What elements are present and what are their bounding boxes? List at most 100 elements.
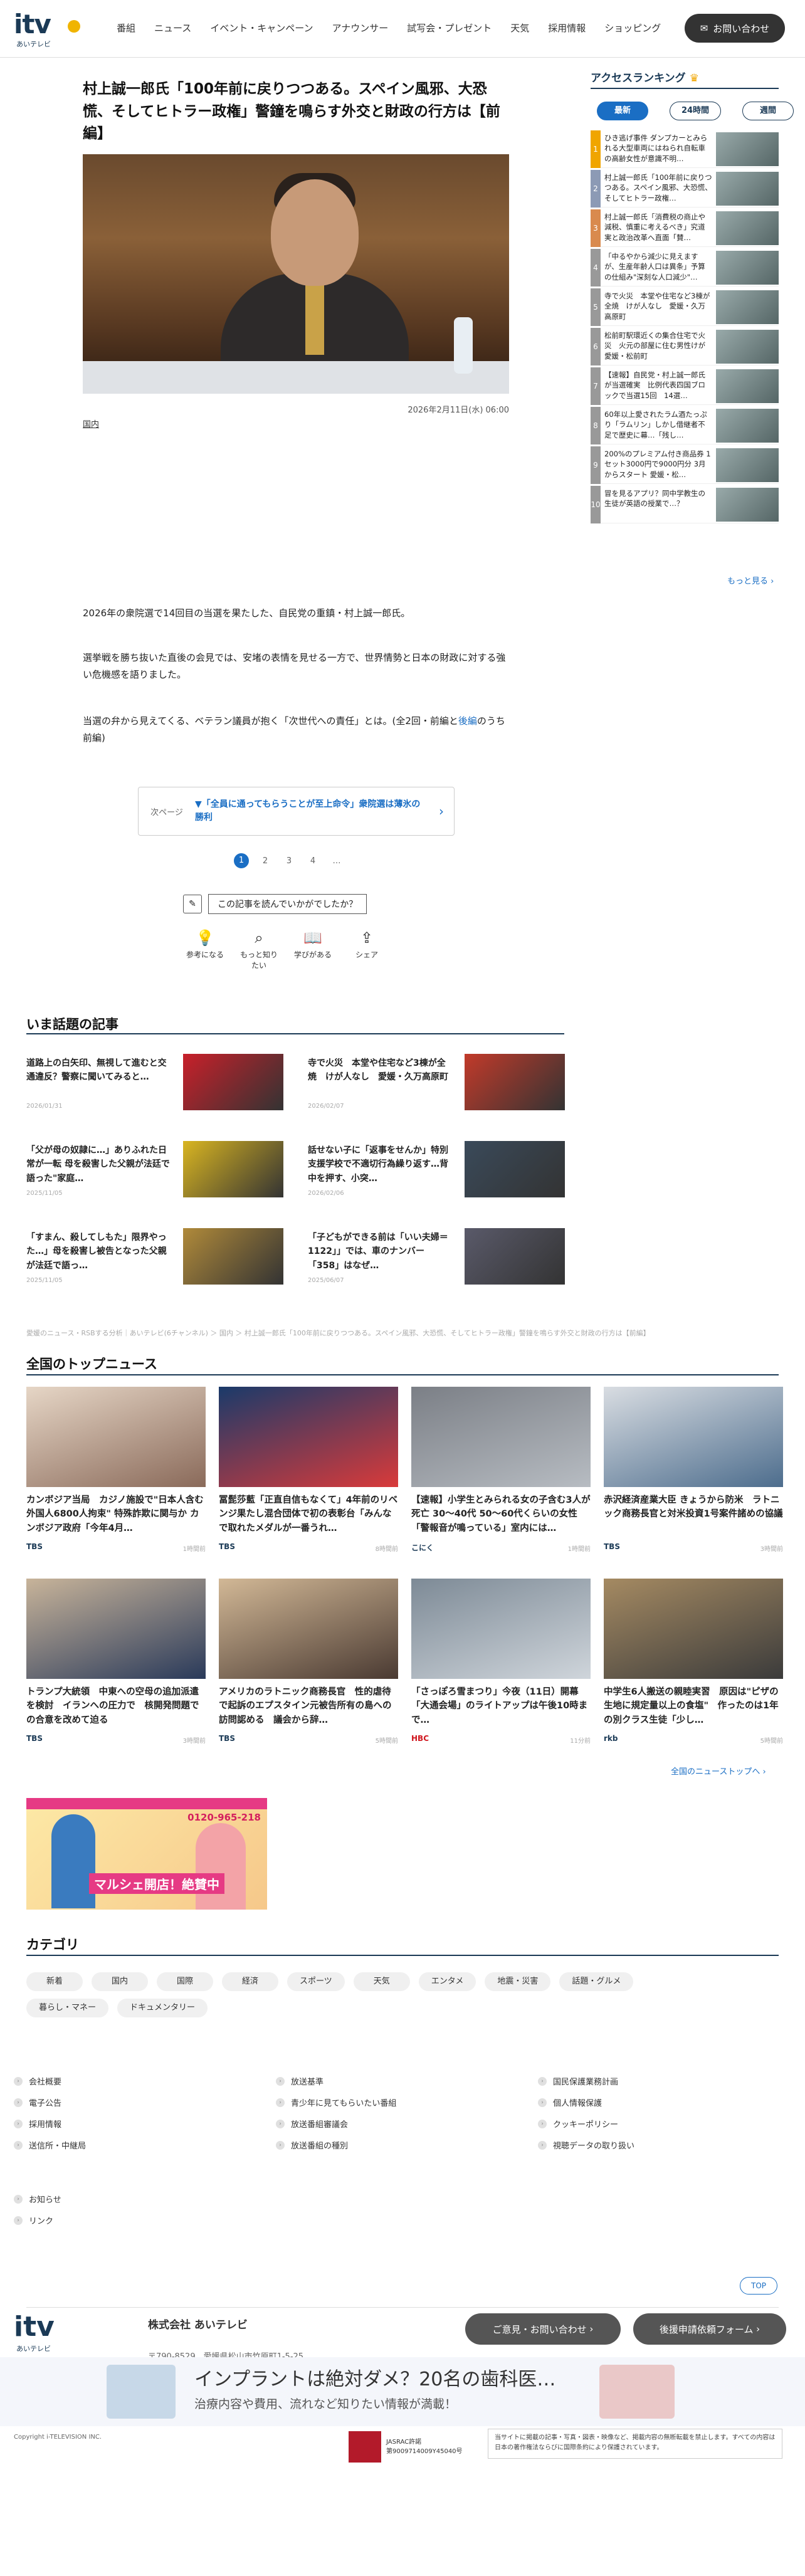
lightbulb-icon: 💡	[196, 929, 214, 947]
category-chip[interactable]: 経済	[222, 1972, 278, 1991]
tab-24h[interactable]: 24時間	[670, 102, 721, 120]
hot-article[interactable]: 寺で火災 本堂や住宅など3棟が全焼 けが人なし 愛媛・久万高原町 2026/02/…	[308, 1054, 565, 1115]
news-title: アメリカのラトニック商務長官 性的虐待で起訴のエプスタイン元被告所有の島への訪問…	[219, 1687, 392, 1725]
nav-weather[interactable]: 天気	[510, 21, 529, 34]
footer-link[interactable]: › 放送基準	[276, 2075, 324, 2087]
ranking-item[interactable]: 10 冒を見るアプリ？同中学教生の生徒が英語の授業で…？	[591, 485, 779, 523]
rank-thumbnail	[716, 329, 779, 364]
hot-article[interactable]: 「すまん、殺してしもた」限界やった…」母を殺害し被告となった父親が法廷で語っ… 2…	[26, 1228, 283, 1290]
contact-button[interactable]: ✉ お問い合わせ	[685, 14, 785, 43]
ranking-item[interactable]: 9 200%のプレミアム付き商品券 1セット3000円で9000円分 3月からスタ…	[591, 446, 779, 484]
sponsorship-form-button[interactable]: 後援申請依頼フォーム ›	[633, 2313, 786, 2345]
next-page-box[interactable]: 次ページ ▼「全員に通ってもらうことが至上命令」衆院選は薄氷の勝利 ›	[138, 787, 455, 836]
category-chip[interactable]: 暮らし・マネー	[26, 1999, 109, 2017]
category-chip[interactable]: 国際	[157, 1972, 213, 1991]
ranking-item[interactable]: 6 松前町駅環近くの集合住宅で火災 火元の部屋に住む男性けが 愛媛・松前町	[591, 327, 779, 365]
nav-presents[interactable]: 試写会・プレゼント	[407, 21, 492, 34]
category-chip[interactable]: スポーツ	[287, 1972, 345, 1991]
feedback-contact-button[interactable]: ご意見・お問い合わせ ›	[465, 2313, 621, 2345]
chevron-right-icon: ›	[538, 2098, 547, 2107]
hot-article-thumbnail	[465, 1141, 565, 1197]
footer-link[interactable]: › 電子公告	[14, 2096, 61, 2108]
feedback-learn-button[interactable]: 📖 学びがある	[293, 929, 333, 970]
news-card[interactable]: 中学生6人搬送の親睦実習 原因は"ピザの生地に規定量以上の食塩" 作ったのは1年…	[604, 1579, 783, 1760]
page-4[interactable]: 4	[305, 856, 320, 866]
ranking-more-link[interactable]: もっと見る ›	[727, 574, 774, 586]
ranking-item[interactable]: 2 村上誠一郎氏「100年前に戻りつつある。スペイン風邪、大恐慌、そしてヒトラー政…	[591, 169, 779, 208]
nav-announcers[interactable]: アナウンサー	[332, 21, 389, 34]
category-list: 新着 国内 国際 経済 スポーツ 天気 エンタメ 地震・災害 話題・グルメ暮らし・マネー ドキュメ…	[26, 1972, 716, 2017]
hot-article[interactable]: 「父が母の奴隷に…」ありふれた日常が一転 母を殺害した父親が法廷で語った"家庭……	[26, 1141, 283, 1202]
page-2[interactable]: 2	[258, 856, 273, 866]
news-card[interactable]: トランプ大統領 中東への空母の追加派遣を検討 イランへの圧力で 核開発問題での合…	[26, 1579, 206, 1760]
category-chip[interactable]: 地震・災害	[485, 1972, 551, 1991]
back-to-top-button[interactable]: TOP	[740, 2277, 777, 2295]
news-title: 赤沢経済産業大臣 きょうから防米 ラトニック商務長官と対米投資1号案件諸めの協議	[604, 1495, 783, 1520]
next-page-title: ▼「全員に通ってもらうことが至上命令」衆院選は薄氷の勝利	[195, 799, 421, 823]
tab-weekly[interactable]: 週間	[742, 102, 794, 120]
chevron-right-icon: ›	[538, 2140, 547, 2150]
hot-article[interactable]: 道路上の白矢印、無視して進むと交通違反？警察に聞いてみると… 2026/01/31	[26, 1054, 283, 1115]
feedback-helpful-button[interactable]: 💡 参考になる	[185, 929, 225, 970]
share-button[interactable]: ⇪ シェア	[347, 929, 387, 970]
nav-shopping[interactable]: ショッピング	[604, 21, 661, 34]
next-part-link[interactable]: 後編	[458, 715, 477, 727]
logo-dot	[68, 20, 80, 33]
footer-logo[interactable]: itv あいテレビ	[14, 2311, 83, 2361]
hot-article[interactable]: 「子どもができる前は「いい夫婦＝1122」」では、車のナンバー「358」はなぜ……	[308, 1228, 565, 1290]
main-nav: 番組 ニュース イベント・キャンペーン アナウンサー 試写会・プレゼント 天気 …	[117, 21, 680, 34]
page-3[interactable]: 3	[281, 856, 297, 866]
copyright: Copyright i-TELEVISION INC.	[14, 2434, 102, 2441]
footer-link[interactable]: › 国民保護業務計画	[538, 2075, 618, 2087]
all-news-link[interactable]: 全国のニューストップへ ›	[671, 1765, 766, 1777]
news-card[interactable]: 【速報】小学生とみられる女の子含む3人が死亡 30〜40代 50〜60代くらいの…	[411, 1387, 591, 1569]
footer-link[interactable]: › 送信所・中継局	[14, 2139, 86, 2151]
categories-rule	[26, 1955, 779, 1956]
hot-article[interactable]: 話せない子に「返事をせんか」特別支援学校で不適切行為繰り返す…背中を押す、小突……	[308, 1141, 565, 1202]
hot-article-date: 2025/06/07	[308, 1277, 344, 1284]
ranking-item[interactable]: 4 「中るやから減少に見えますが、生産年齢人口は異条」予算の仕組み"深刻な人口減少…	[591, 248, 779, 287]
category-chip[interactable]: 話題・グルメ	[559, 1972, 634, 1991]
footer-link[interactable]: › クッキーポリシー	[538, 2118, 618, 2130]
article-date: 2026年2月11日(水) 06:00	[408, 406, 509, 415]
ad-banner[interactable]: インプラントは絶対ダメ？20名の歯科医… 治療内容や費用、流れなど知りたい情報が…	[0, 2357, 805, 2426]
news-card[interactable]: アメリカのラトニック商務長官 性的虐待で起訴のエプスタイン元被告所有の島への訪問…	[219, 1579, 398, 1760]
rank-number: 9	[591, 446, 601, 484]
category-chip[interactable]: ドキュメンタリー	[117, 1999, 208, 2017]
news-card[interactable]: カンボジア当局 カジノ施設で"日本人含む外国人6800人拘束" 特殊詐欺に関与か…	[26, 1387, 206, 1569]
ranking-item[interactable]: 1 ひき逃げ事件 ダンプカーとみられる大型車両にはねられ自転車の高齢女性が意識不明…	[591, 130, 779, 168]
ranking-item[interactable]: 5 寺で火災 本堂や住宅など3棟が全焼 けが人なし 愛媛・久万高原町	[591, 288, 779, 326]
category-chip[interactable]: 新着	[26, 1972, 83, 1991]
ranking-item[interactable]: 3 村上誠一郎氏「消費税の商止や減税、慎重に考えるべき」究道実と政治改革へ直面「賛…	[591, 209, 779, 247]
news-card[interactable]: 赤沢経済産業大臣 きょうから防米 ラトニック商務長官と対米投資1号案件諸めの協議…	[604, 1387, 783, 1569]
arrow-icon: ›	[756, 2323, 760, 2335]
category-chip[interactable]: エンタメ	[418, 1972, 476, 1991]
footer-link[interactable]: › 青少年に見てもらいたい番組	[276, 2096, 396, 2108]
feedback-more-button[interactable]: ⌕ もっと知りたい	[239, 929, 279, 970]
ranking-item[interactable]: 7 【速報】自民党・村上誠一郎氏が当選確実 比例代表四国ブロックで当選15回 14…	[591, 367, 779, 405]
category-chip[interactable]: 天気	[353, 1972, 410, 1991]
hot-article-date: 2026/02/07	[308, 1103, 344, 1110]
category-chip[interactable]: 国内	[92, 1972, 148, 1991]
nav-news[interactable]: ニュース	[154, 21, 191, 34]
site-logo[interactable]: itv あいテレビ	[14, 9, 83, 49]
ranking-item[interactable]: 8 60年以上愛されたラム酒たっぷり「ラムリン」しかし借継者不足で歴史に幕…「残し…	[591, 406, 779, 444]
footer-link[interactable]: › 採用情報	[14, 2118, 61, 2130]
footer-link[interactable]: › 会社概要	[14, 2075, 61, 2087]
promo-banner[interactable]: 0120-965-218 マルシェ開店！絶賛中	[26, 1798, 267, 1910]
nav-recruit[interactable]: 採用情報	[548, 21, 586, 34]
tab-latest[interactable]: 最新	[597, 102, 648, 120]
nav-events[interactable]: イベント・キャンペーン	[210, 21, 313, 34]
page-1[interactable]: 1	[234, 853, 249, 868]
footer-link[interactable]: › 放送番組審議会	[276, 2118, 348, 2130]
footer-link[interactable]: › 視聴データの取り扱い	[538, 2139, 634, 2151]
article-tag[interactable]: 国内	[83, 418, 99, 429]
nav-programs[interactable]: 番組	[117, 21, 135, 34]
news-card[interactable]: 冨髭莎藍「正直自信もなくて」4年前のリベンジ果たし混合団体で初の表彰台「みんなで…	[219, 1387, 398, 1569]
mail-icon: ✉	[700, 23, 708, 34]
news-card[interactable]: 「さっぽろ雪まつり」今夜（11日）開幕「大通会場」のライトアップは午後10時まで…	[411, 1579, 591, 1760]
footer-link[interactable]: › お知らせ	[14, 2193, 61, 2205]
footer-link[interactable]: › 個人情報保護	[538, 2096, 602, 2108]
footer-link[interactable]: › 放送番組の種別	[276, 2139, 348, 2151]
footer-link[interactable]: › リンク	[14, 2214, 53, 2226]
